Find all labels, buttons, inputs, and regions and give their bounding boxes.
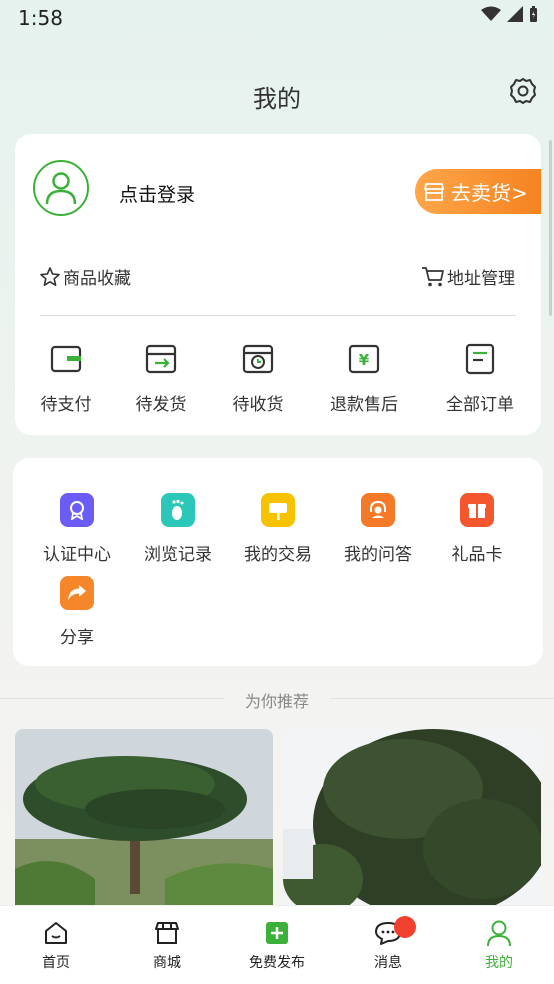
nav-label: 商城 [153, 955, 181, 971]
scrollbar[interactable] [549, 140, 552, 316]
address-link[interactable]: 地址管理 [421, 264, 515, 289]
refund-yen-icon: ¥ [348, 344, 380, 374]
nav-label: 免费发布 [249, 955, 305, 971]
product-card[interactable] [15, 729, 273, 907]
svg-text:¥: ¥ [359, 351, 370, 369]
profile-icon [487, 920, 511, 947]
order-refund[interactable]: ¥ 退款售后 [316, 342, 412, 415]
settings-button[interactable] [508, 76, 538, 106]
status-time: 1:58 [18, 6, 63, 30]
tool-label: 我的交易 [244, 545, 312, 565]
product-image [15, 729, 273, 907]
star-icon [40, 266, 60, 286]
product-card[interactable] [283, 729, 541, 907]
favorites-label: 商品收藏 [63, 269, 131, 289]
product-image [283, 729, 541, 907]
user-card: 点击登录 去卖货> 商品收藏 地址管理 待支付 待发货 待收货 ¥ 退款售后 全… [15, 134, 541, 435]
notification-badge [394, 916, 416, 938]
signboard-icon [261, 493, 295, 527]
user-avatar-icon [45, 172, 77, 205]
order-pending-payment[interactable]: 待支付 [18, 342, 114, 415]
box-clock-icon [242, 344, 274, 374]
tool-trades[interactable]: 我的交易 [228, 493, 328, 565]
nav-profile[interactable]: 我的 [449, 918, 549, 972]
tool-share[interactable]: 分享 [27, 576, 127, 648]
favorites-link[interactable]: 商品收藏 [39, 264, 131, 289]
divider [40, 315, 516, 316]
nav-label: 我的 [485, 955, 513, 971]
wifi-icon [481, 6, 501, 21]
tool-label: 我的问答 [344, 545, 412, 565]
home-icon [45, 922, 67, 944]
order-pending-shipment[interactable]: 待发货 [113, 342, 209, 415]
tool-label: 礼品卡 [451, 545, 503, 565]
tool-label: 分享 [60, 628, 94, 648]
order-label: 待收货 [232, 395, 284, 415]
order-label: 待发货 [135, 395, 187, 415]
order-label: 全部订单 [446, 395, 514, 415]
nav-home[interactable]: 首页 [6, 918, 106, 972]
gift-icon [460, 493, 494, 527]
nav-label: 消息 [374, 955, 402, 971]
tool-label: 浏览记录 [144, 545, 212, 565]
bottom-nav: 首页 商城 免费发布 消息 我的 [0, 905, 554, 984]
login-link[interactable]: 点击登录 [119, 180, 195, 207]
avatar[interactable] [33, 160, 89, 216]
address-label: 地址管理 [447, 269, 515, 289]
headset-icon [361, 493, 395, 527]
nav-label: 首页 [42, 955, 70, 971]
sell-goods-label: 去卖货> [451, 181, 528, 205]
cart-icon [422, 266, 444, 286]
recommend-title: 为你推荐 [244, 692, 309, 711]
status-bar: 1:58 [0, 0, 554, 36]
order-all[interactable]: 全部订单 [432, 342, 528, 415]
certification-icon [60, 493, 94, 527]
order-pending-receipt[interactable]: 待收货 [210, 342, 306, 415]
tool-giftcard[interactable]: 礼品卡 [427, 493, 527, 565]
battery-icon [530, 6, 537, 22]
tools-card: 认证中心 浏览记录 我的交易 我的问答 礼品卡 分享 [13, 458, 543, 666]
shop-icon [424, 182, 444, 201]
tool-label: 认证中心 [43, 545, 111, 565]
tool-certification[interactable]: 认证中心 [27, 493, 127, 565]
share-icon [60, 576, 94, 610]
tool-history[interactable]: 浏览记录 [128, 493, 228, 565]
sell-goods-button[interactable]: 去卖货> [415, 169, 541, 214]
footprint-icon [161, 493, 195, 527]
package-send-icon [145, 344, 177, 374]
tool-qa[interactable]: 我的问答 [328, 493, 428, 565]
nav-store[interactable]: 商城 [117, 918, 217, 972]
order-label: 退款售后 [330, 395, 398, 415]
gear-icon [510, 78, 536, 104]
page-title: 我的 [253, 85, 301, 113]
orders-list-icon [465, 343, 495, 375]
order-label: 待支付 [40, 395, 92, 415]
nav-publish[interactable]: 免费发布 [227, 918, 327, 972]
store-icon [155, 922, 179, 944]
nav-messages[interactable]: 消息 [338, 916, 438, 972]
signal-icon [507, 6, 523, 22]
publish-plus-icon [266, 922, 288, 944]
wallet-icon [50, 345, 82, 373]
